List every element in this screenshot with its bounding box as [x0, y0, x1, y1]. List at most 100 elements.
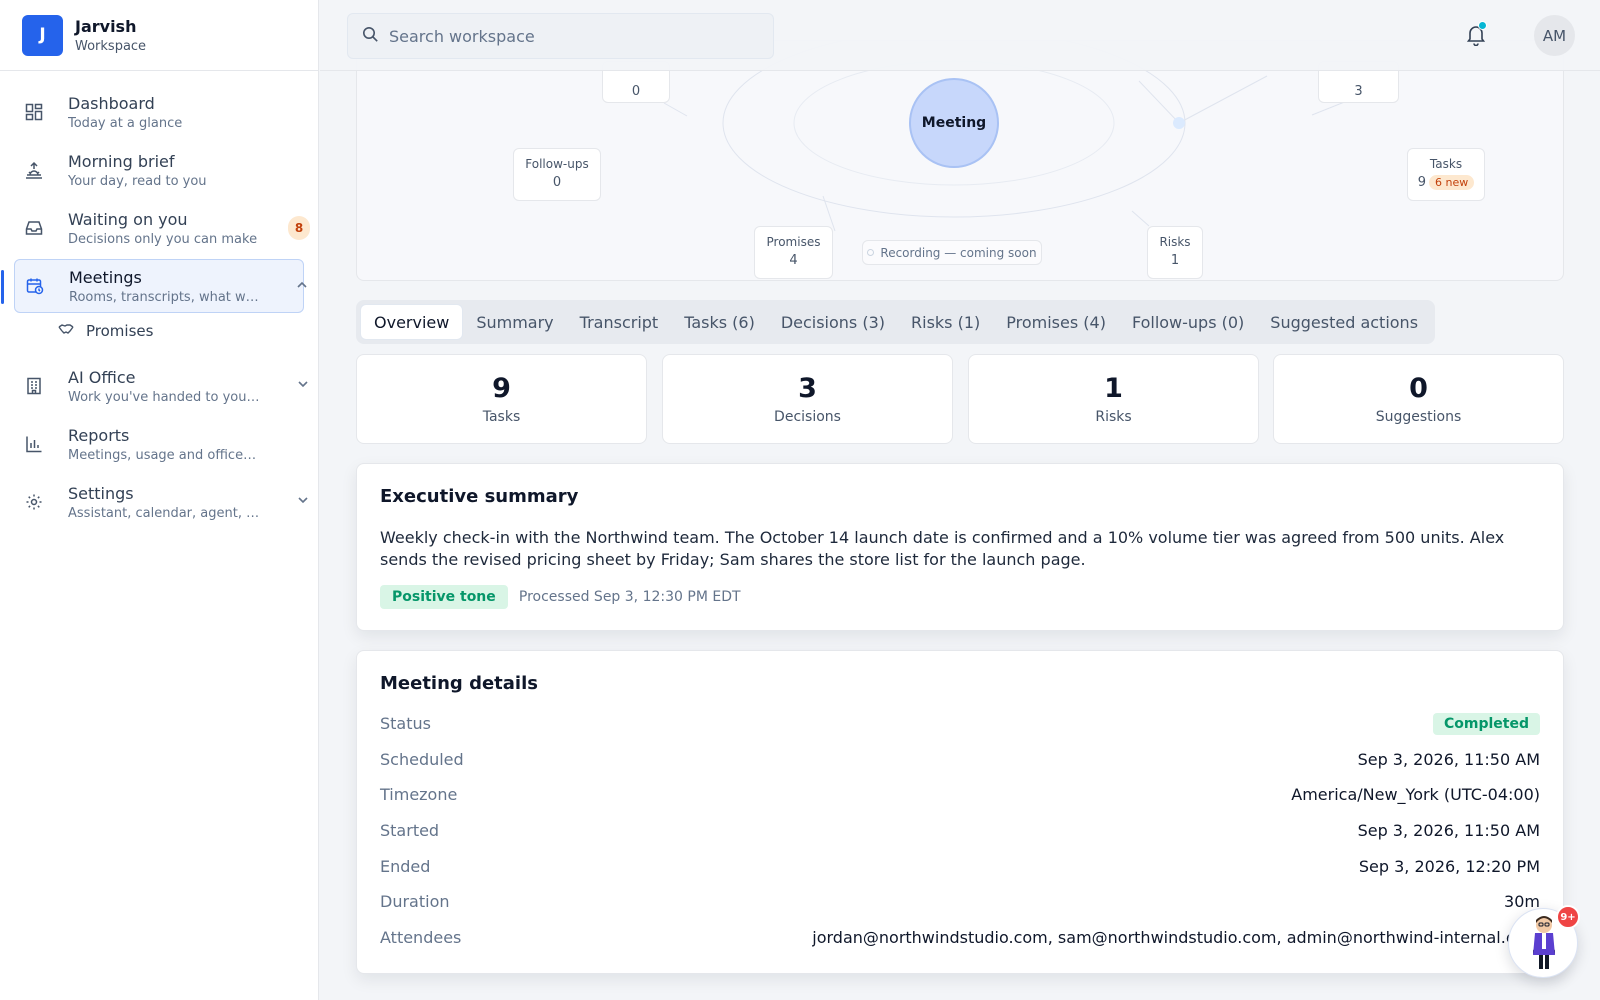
graph-node-value: 1 [1170, 253, 1180, 268]
detail-row-scheduled: Scheduled Sep 3, 2026, 11:50 AM [380, 742, 1540, 778]
sidebar-item-title: Meetings [69, 267, 142, 287]
building-icon [24, 376, 44, 396]
detail-label: Started [380, 821, 440, 841]
tab-transcript[interactable]: Transcript [567, 304, 672, 340]
tab-promises[interactable]: Promises (4) [993, 304, 1119, 340]
sidebar-item-subtitle: Your day, read to you [68, 173, 207, 189]
stat-value: 9 [492, 373, 511, 404]
sidebar-nav: Dashboard Today at a glance Morning brie… [0, 71, 318, 529]
graph-node-value-row: 96 new [1408, 175, 1484, 190]
detail-value: jordan@northwindstudio.com, sam@northwin… [812, 927, 1540, 947]
brand[interactable]: J Jarvish Workspace [0, 0, 318, 71]
tab-suggested-actions[interactable]: Suggested actions [1257, 304, 1431, 340]
sidebar-item-subtitle: Meetings, usage and office activity [68, 447, 260, 463]
detail-row-status: Status Completed [380, 706, 1540, 742]
stat-label: Decisions [774, 409, 841, 425]
search-icon [362, 26, 379, 47]
inbox-icon [24, 218, 44, 238]
calendar-clock-icon [25, 276, 45, 296]
sidebar-item-morning-brief[interactable]: Morning brief Your day, read to you [14, 143, 304, 197]
detail-value: Sep 3, 2026, 12:20 PM [1358, 856, 1540, 876]
graph-node-value: 0 [552, 175, 562, 190]
graph-node-label: Promises [766, 235, 821, 249]
recording-label: Recording — coming soon [880, 245, 1037, 260]
main-content: 0 3 Meeting Follow-ups 0 Tasks 96 new Pr… [320, 0, 1600, 1000]
stat-card-suggestions[interactable]: 0 Suggestions [1273, 354, 1564, 444]
stat-card-risks[interactable]: 1 Risks [968, 354, 1259, 444]
sidebar-item-meetings[interactable]: Meetings Rooms, transcripts, what was... [1, 259, 307, 313]
graph-node-value: 4 [789, 253, 798, 268]
status-badge: Completed [1432, 712, 1540, 735]
executive-summary-card: Executive summary Weekly check-in with t… [356, 463, 1564, 631]
avatar[interactable]: AM [1534, 15, 1575, 56]
brand-name: Jarvish [75, 16, 137, 36]
dashboard-icon [24, 102, 44, 122]
sidebar-item-subtitle: Decisions only you can make [68, 231, 258, 247]
stat-value: 0 [1409, 373, 1428, 404]
sidebar-item-subtitle: Today at a glance [68, 115, 183, 131]
sidebar-item-dashboard[interactable]: Dashboard Today at a glance [14, 85, 304, 139]
assistant-notification-badge: 9+ [1556, 905, 1580, 929]
card-title: Meeting details [380, 673, 538, 694]
sidebar-item-title: Reports [68, 425, 130, 445]
graph-node-value: 3 [1354, 84, 1363, 99]
sidebar-item-title: Waiting on you [68, 209, 188, 229]
sidebar-item-subtitle: Assistant, calendar, agent, bil... [68, 505, 260, 521]
detail-label: Duration [380, 892, 450, 912]
stat-card-decisions[interactable]: 3 Decisions [662, 354, 953, 444]
chevron-down-icon[interactable] [296, 376, 310, 395]
handshake-icon [58, 321, 74, 341]
sidebar-item-ai-office[interactable]: AI Office Work you've handed to your ... [14, 359, 308, 413]
graph-node-label: Tasks [1429, 157, 1463, 171]
sidebar-subitem-promises[interactable]: Promises [58, 315, 304, 347]
top-bar: AM [320, 0, 1600, 71]
graph-node-risks[interactable]: Risks 1 [1147, 226, 1203, 279]
processed-timestamp: Processed Sep 3, 12:30 PM EDT [518, 589, 741, 605]
tab-tasks[interactable]: Tasks (6) [671, 304, 768, 340]
detail-row-duration: Duration 30m [380, 884, 1540, 920]
detail-value: America/New_York (UTC-04:00) [1291, 785, 1540, 805]
brand-logo: J [22, 14, 63, 56]
tab-follow-ups[interactable]: Follow-ups (0) [1119, 304, 1257, 340]
detail-row-ended: Ended Sep 3, 2026, 12:20 PM [380, 848, 1540, 884]
detail-row-started: Started Sep 3, 2026, 11:50 AM [380, 813, 1540, 849]
graph-node-label: Follow-ups [525, 157, 589, 171]
stat-value: 1 [1104, 373, 1123, 404]
graph-node-promises[interactable]: Promises 4 [754, 226, 833, 279]
brand-subtitle: Workspace [75, 38, 147, 54]
tab-summary[interactable]: Summary [463, 304, 566, 340]
stat-label: Tasks [482, 409, 521, 425]
detail-row-attendees: Attendees jordan@northwindstudio.com, sa… [380, 920, 1540, 956]
detail-value: Sep 3, 2026, 11:50 AM [1357, 749, 1540, 769]
detail-label: Ended [380, 856, 431, 876]
graph-center-meeting[interactable]: Meeting [909, 78, 999, 168]
detail-label: Scheduled [380, 749, 464, 769]
sidebar-item-waiting-on-you[interactable]: Waiting on you Decisions only you can ma… [14, 201, 310, 255]
tab-decisions[interactable]: Decisions (3) [768, 304, 898, 340]
sidebar-item-reports[interactable]: Reports Meetings, usage and office activ… [14, 417, 304, 471]
chevron-down-icon[interactable] [296, 492, 310, 511]
sidebar-item-title: Morning brief [68, 151, 175, 171]
chevron-up-icon[interactable] [295, 277, 309, 296]
sunrise-icon [24, 160, 44, 180]
sidebar: J Jarvish Workspace Dashboard Today at a… [0, 0, 319, 1000]
sidebar-item-settings[interactable]: Settings Assistant, calendar, agent, bil… [14, 475, 308, 529]
tab-risks[interactable]: Risks (1) [898, 304, 993, 340]
gear-icon [24, 492, 44, 512]
stat-card-tasks[interactable]: 9 Tasks [356, 354, 647, 444]
graph-node-tasks[interactable]: Tasks 96 new [1407, 148, 1485, 201]
tab-overview[interactable]: Overview [360, 304, 464, 340]
notification-dot [1478, 21, 1487, 30]
sidebar-item-subtitle: Work you've handed to your ... [68, 389, 260, 405]
summary-text: Weekly check-in with the Northwind team.… [380, 528, 1505, 569]
sidebar-item-title: Dashboard [68, 93, 155, 113]
stat-label: Suggestions [1375, 409, 1462, 425]
search-box[interactable] [347, 13, 774, 59]
detail-value: Sep 3, 2026, 11:50 AM [1357, 821, 1540, 841]
bar-chart-icon [24, 434, 44, 454]
sidebar-item-subtitle: Rooms, transcripts, what was... [69, 289, 261, 305]
active-indicator [1, 270, 4, 304]
graph-node-followups[interactable]: Follow-ups 0 [513, 148, 601, 201]
waiting-count-badge: 8 [288, 216, 310, 240]
search-input[interactable] [389, 26, 769, 46]
